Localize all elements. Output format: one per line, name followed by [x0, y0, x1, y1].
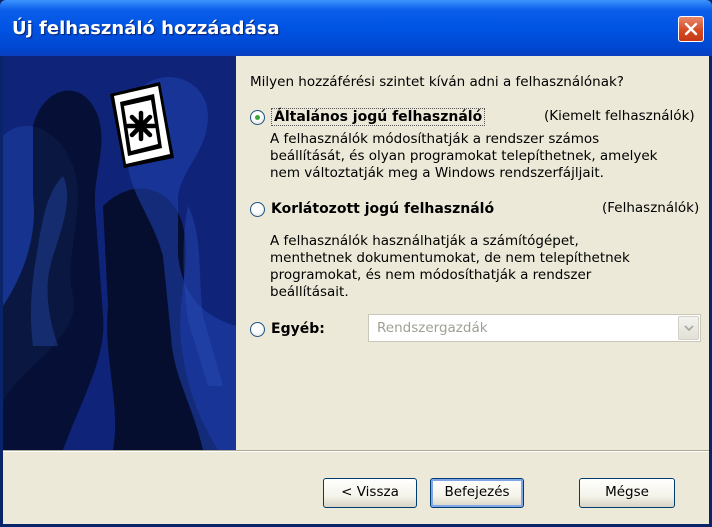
access-level-question: Milyen hozzáférési szintet kíván adni a … — [250, 74, 624, 90]
option-restricted-user-description: A felhasználók használhatják a számítógé… — [270, 233, 710, 301]
back-button[interactable]: < Vissza — [323, 478, 417, 508]
description-line: A felhasználók módosíthatják a rendszer … — [270, 131, 600, 147]
close-icon — [684, 22, 698, 36]
cancel-button[interactable]: Mégse — [579, 478, 675, 508]
radio-restricted-user[interactable] — [250, 201, 265, 217]
keys-icon — [110, 82, 174, 168]
option-other-label[interactable]: Egyéb: — [271, 321, 351, 337]
option-standard-user[interactable]: Általános jogú felhasználó — [250, 106, 486, 128]
radio-other[interactable] — [250, 321, 265, 337]
option-restricted-user-label[interactable]: Korlátozott jogú felhasználó — [271, 201, 494, 217]
group-select-arrow[interactable] — [678, 316, 699, 340]
finish-button[interactable]: Befejezés — [430, 478, 524, 508]
description-line: beállításait. — [270, 284, 349, 300]
chevron-down-icon — [684, 325, 694, 332]
dialog-client-area: Milyen hozzáférési szintet kíván adni a … — [3, 56, 709, 524]
button-separator — [3, 450, 709, 452]
option-restricted-user[interactable]: Korlátozott jogú felhasználó — [250, 198, 494, 220]
description-line: beállítását, és olyan programokat telepí… — [270, 148, 658, 164]
group-select[interactable]: Rendszergazdák — [368, 314, 701, 342]
description-line: nem változtatják meg a Windows rendszerf… — [270, 165, 604, 181]
finish-button-label: Befejezés — [444, 484, 510, 500]
description-line: A felhasználók használhatják a számítógé… — [270, 233, 579, 249]
option-standard-user-hint: (Kiemelt felhasználók) — [544, 108, 695, 124]
radio-standard-user[interactable] — [250, 109, 265, 125]
wizard-side-banner — [3, 56, 236, 450]
description-line: programokat, és nem módosíthatják a rend… — [270, 267, 592, 283]
wizard-content: Milyen hozzáférési szintet kíván adni a … — [236, 56, 709, 450]
option-standard-user-label[interactable]: Általános jogú felhasználó — [271, 108, 486, 126]
back-button-label: < Vissza — [341, 484, 399, 500]
window-title: Új felhasználó hozzáadása — [12, 18, 280, 39]
description-line: menthetnek dokumentumokat, de nem telepí… — [270, 250, 630, 266]
option-other[interactable]: Egyéb: Rendszergazdák — [250, 314, 701, 344]
title-bar: Új felhasználó hozzáadása — [0, 0, 712, 56]
option-restricted-user-hint: (Felhasználók) — [602, 200, 700, 216]
close-button[interactable] — [678, 16, 704, 42]
option-standard-user-description: A felhasználók módosíthatják a rendszer … — [270, 131, 710, 182]
group-select-value: Rendszergazdák — [377, 320, 488, 336]
cancel-button-label: Mégse — [605, 484, 649, 500]
dialog-window: Új felhasználó hozzáadása Milyen hozzáfé… — [0, 0, 712, 527]
